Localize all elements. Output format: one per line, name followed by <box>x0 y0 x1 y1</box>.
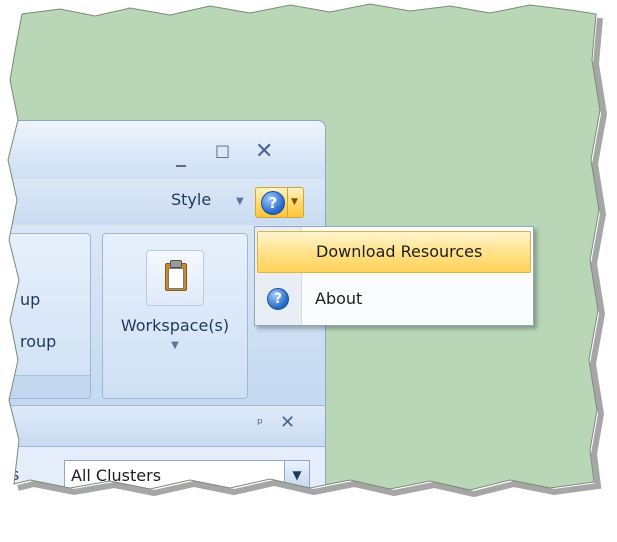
help-icon[interactable]: ? <box>261 191 285 215</box>
clipboard-clip <box>170 260 182 268</box>
chevron-down-icon[interactable]: ▼ <box>284 461 309 489</box>
ribbon-item-label-1[interactable]: up <box>20 290 40 309</box>
help-dropdown-menu: Download Resources ? About <box>254 226 534 326</box>
menu-item-label: About <box>315 289 363 308</box>
maximize-button[interactable]: □ <box>215 143 230 159</box>
menu-item-about[interactable]: ? About <box>257 279 531 319</box>
menu-bar: Style ▼ ? ▼ <box>0 179 325 226</box>
help-dropdown-arrow-icon[interactable]: ▼ <box>291 197 298 207</box>
style-menu-label[interactable]: Style <box>171 190 211 209</box>
workspace-dropdown-arrow-icon: ▼ <box>171 340 179 351</box>
close-button[interactable]: ✕ <box>255 141 273 163</box>
clipboard-icon <box>146 250 204 306</box>
menu-item-download-resources[interactable]: Download Resources <box>257 231 531 273</box>
menu-item-label: Download Resources <box>316 242 483 261</box>
title-bar: _ □ ✕ <box>0 121 325 179</box>
workspace-ribbon-button[interactable]: Workspace(s) ▼ <box>102 233 248 399</box>
cluster-select[interactable]: All Clusters ▼ <box>64 460 310 492</box>
application-window: _ □ ✕ Style ▼ ? ▼ up roup Workspace(s) ▼… <box>0 120 326 542</box>
filter-label: s <box>11 465 20 484</box>
cluster-select-value: All Clusters <box>71 466 162 485</box>
help-split-button[interactable]: ? ▼ <box>255 187 304 218</box>
filter-row: s All Clusters ▼ <box>0 447 325 507</box>
style-dropdown-arrow-icon[interactable]: ▼ <box>236 196 244 207</box>
panel-header: ᵖ ✕ <box>0 405 325 447</box>
workspace-label: Workspace(s) <box>120 316 230 335</box>
screenshot-frame: _ □ ✕ Style ▼ ? ▼ up roup Workspace(s) ▼… <box>0 0 617 504</box>
panel-close-icon[interactable]: ✕ <box>280 412 295 433</box>
ribbon-group-footer <box>0 375 90 398</box>
clipboard-paper <box>168 268 184 289</box>
help-circle-icon: ? <box>267 288 289 310</box>
torn-paper-clip: _ □ ✕ Style ▼ ? ▼ up roup Workspace(s) ▼… <box>0 0 617 504</box>
pin-icon[interactable]: ᵖ <box>257 416 263 432</box>
ribbon-group-left: up roup <box>0 233 91 399</box>
ribbon-item-label-2[interactable]: roup <box>20 332 56 351</box>
split-separator <box>287 188 288 217</box>
minimize-button[interactable]: _ <box>176 145 186 165</box>
